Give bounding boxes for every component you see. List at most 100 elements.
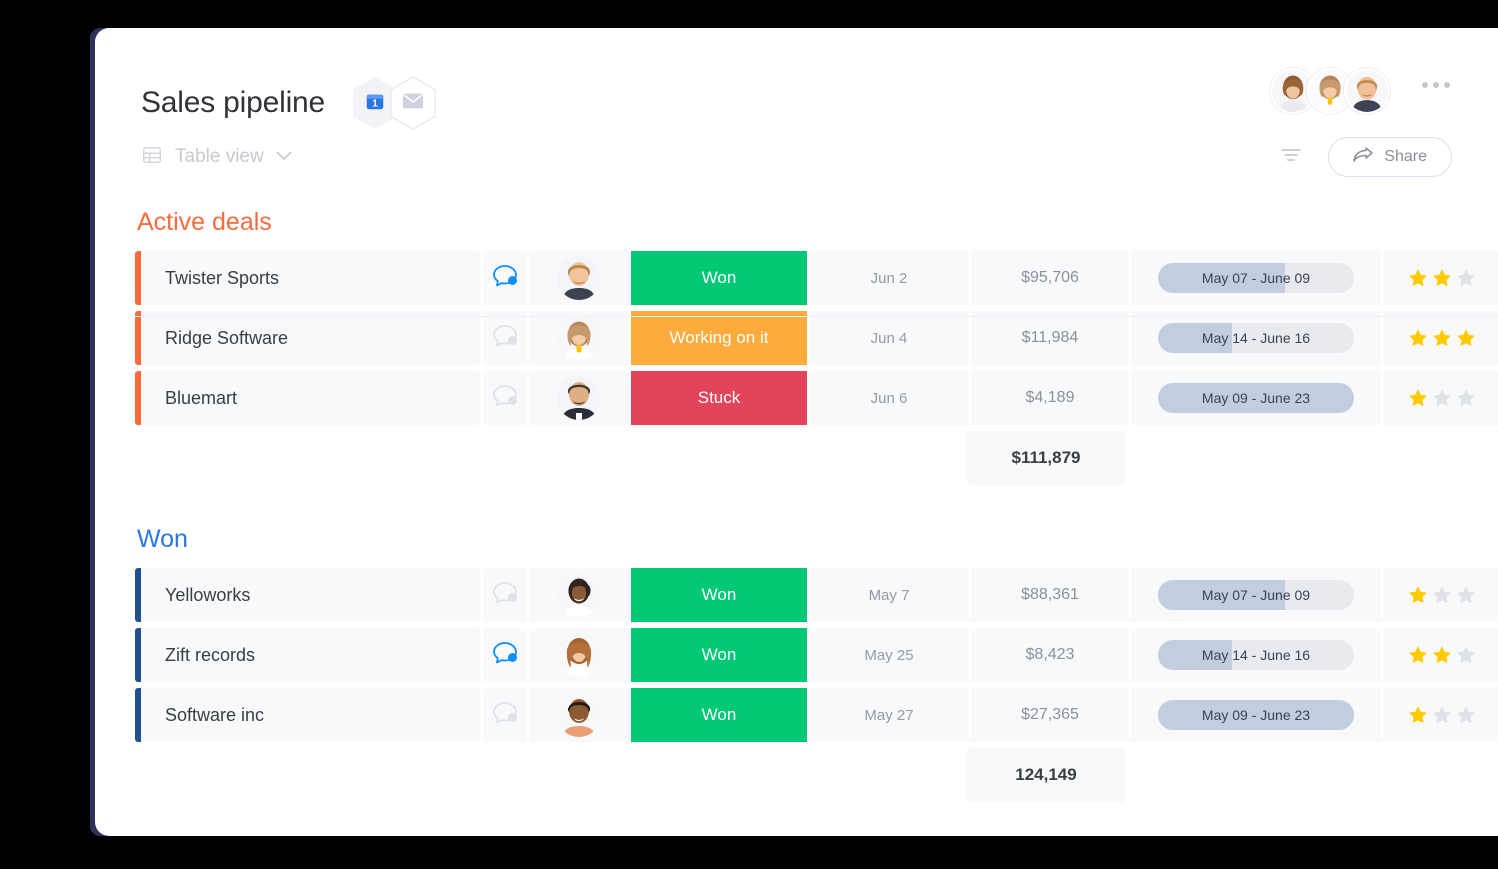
star-empty-icon[interactable] [1455,267,1477,289]
timeline-bar[interactable]: May 07 - June 09 [1158,263,1354,293]
timeline-bar[interactable]: May 07 - June 09 [1158,580,1354,610]
inbox-mail-icon[interactable] [389,76,437,130]
row-timeline-cell[interactable]: May 14 - June 16 [1131,311,1381,365]
table-row[interactable]: Bluemart Stuck Jun 6 $4,189 May 09 - Jun… [135,371,1498,425]
row-rating-cell[interactable] [1383,568,1498,622]
star-filled-icon[interactable] [1407,387,1429,409]
star-filled-icon[interactable] [1407,644,1429,666]
row-rating-cell[interactable] [1383,628,1498,682]
star-empty-icon[interactable] [1455,704,1477,726]
star-filled-icon[interactable] [1455,327,1477,349]
row-timeline-cell[interactable]: May 07 - June 09 [1131,251,1381,305]
row-status-cell[interactable]: Won [631,251,807,305]
star-empty-icon[interactable] [1455,387,1477,409]
group-summary-row: $111,879 [135,431,1498,485]
share-button[interactable]: Share [1328,137,1452,177]
avatar[interactable] [1344,68,1390,114]
star-filled-icon[interactable] [1431,267,1453,289]
row-rating-cell[interactable] [1383,371,1498,425]
star-filled-icon[interactable] [1431,644,1453,666]
row-rating-cell[interactable] [1383,251,1498,305]
row-name[interactable]: Twister Sports [141,251,481,305]
person-avatar[interactable] [557,376,601,420]
row-chat-cell[interactable] [483,371,527,425]
row-rating-cell[interactable] [1383,688,1498,742]
row-rating-cell[interactable] [1383,311,1498,365]
row-name[interactable]: Software inc [141,688,481,742]
person-avatar[interactable] [557,256,601,300]
row-status-cell[interactable]: Won [631,568,807,622]
header-icon-group: 1 [351,76,437,130]
row-name[interactable]: Bluemart [141,371,481,425]
row-date-cell[interactable]: May 27 [809,688,969,742]
row-person-cell[interactable] [529,688,629,742]
svg-text:1: 1 [372,98,378,109]
comment-bubble-icon[interactable] [492,324,518,353]
person-avatar[interactable] [557,573,601,617]
row-date-cell[interactable]: Jun 2 [809,251,969,305]
row-name[interactable]: Ridge Software [141,311,481,365]
row-timeline-cell[interactable]: May 09 - June 23 [1131,688,1381,742]
timeline-bar[interactable]: May 14 - June 16 [1158,323,1354,353]
row-chat-cell[interactable] [483,311,527,365]
star-filled-icon[interactable] [1407,267,1429,289]
star-empty-icon[interactable] [1431,704,1453,726]
row-status-cell[interactable]: Won [631,628,807,682]
star-filled-icon[interactable] [1407,584,1429,606]
table-row[interactable]: Ridge Software Working on it Jun 4 $11,9… [135,311,1498,365]
row-timeline-cell[interactable]: May 07 - June 09 [1131,568,1381,622]
row-date-cell[interactable]: May 7 [809,568,969,622]
row-date-cell[interactable]: Jun 4 [809,311,969,365]
row-chat-cell[interactable] [483,628,527,682]
table-row[interactable]: Twister Sports Won Jun 2 $95,706 May 07 … [135,251,1498,305]
person-avatar[interactable] [557,316,601,360]
row-date-cell[interactable]: Jun 6 [809,371,969,425]
comment-bubble-icon[interactable] [492,264,518,293]
row-chat-cell[interactable] [483,568,527,622]
row-amount-cell[interactable]: $95,706 [971,251,1129,305]
row-status-cell[interactable]: Won [631,688,807,742]
star-empty-icon[interactable] [1455,644,1477,666]
row-timeline-cell[interactable]: May 09 - June 23 [1131,371,1381,425]
table-row[interactable]: Software inc Won May 27 $27,365 May 09 -… [135,688,1498,742]
board-card: Sales pipeline 1 Table view Share Active… [95,28,1498,836]
row-amount-cell[interactable]: $11,984 [971,311,1129,365]
row-status-cell[interactable]: Working on it [631,311,807,365]
row-chat-cell[interactable] [483,688,527,742]
row-amount-cell[interactable]: $4,189 [971,371,1129,425]
comment-bubble-icon[interactable] [492,581,518,610]
row-person-cell[interactable] [529,311,629,365]
row-timeline-cell[interactable]: May 14 - June 16 [1131,628,1381,682]
comment-bubble-icon[interactable] [492,701,518,730]
timeline-bar[interactable]: May 14 - June 16 [1158,640,1354,670]
star-filled-icon[interactable] [1407,704,1429,726]
star-filled-icon[interactable] [1431,327,1453,349]
table-row[interactable]: Yelloworks Won May 7 $88,361 May 07 - Ju… [135,568,1498,622]
row-person-cell[interactable] [529,628,629,682]
row-person-cell[interactable] [529,371,629,425]
row-amount-cell[interactable]: $27,365 [971,688,1129,742]
row-date-cell[interactable]: May 25 [809,628,969,682]
row-name[interactable]: Zift records [141,628,481,682]
table-row[interactable]: Zift records Won May 25 $8,423 May 14 - … [135,628,1498,682]
view-selector[interactable]: Table view [141,144,292,171]
row-name[interactable]: Yelloworks [141,568,481,622]
filter-icon[interactable] [1280,146,1302,169]
row-chat-cell[interactable] [483,251,527,305]
row-status-cell[interactable]: Stuck [631,371,807,425]
star-empty-icon[interactable] [1455,584,1477,606]
timeline-bar[interactable]: May 09 - June 23 [1158,383,1354,413]
person-avatar[interactable] [557,693,601,737]
star-filled-icon[interactable] [1407,327,1429,349]
comment-bubble-icon[interactable] [492,641,518,670]
person-avatar[interactable] [557,633,601,677]
timeline-bar[interactable]: May 09 - June 23 [1158,700,1354,730]
row-person-cell[interactable] [529,251,629,305]
star-empty-icon[interactable] [1431,584,1453,606]
row-amount-cell[interactable]: $88,361 [971,568,1129,622]
board-more-menu[interactable] [1422,82,1450,88]
star-empty-icon[interactable] [1431,387,1453,409]
row-amount-cell[interactable]: $8,423 [971,628,1129,682]
comment-bubble-icon[interactable] [492,384,518,413]
row-person-cell[interactable] [529,568,629,622]
